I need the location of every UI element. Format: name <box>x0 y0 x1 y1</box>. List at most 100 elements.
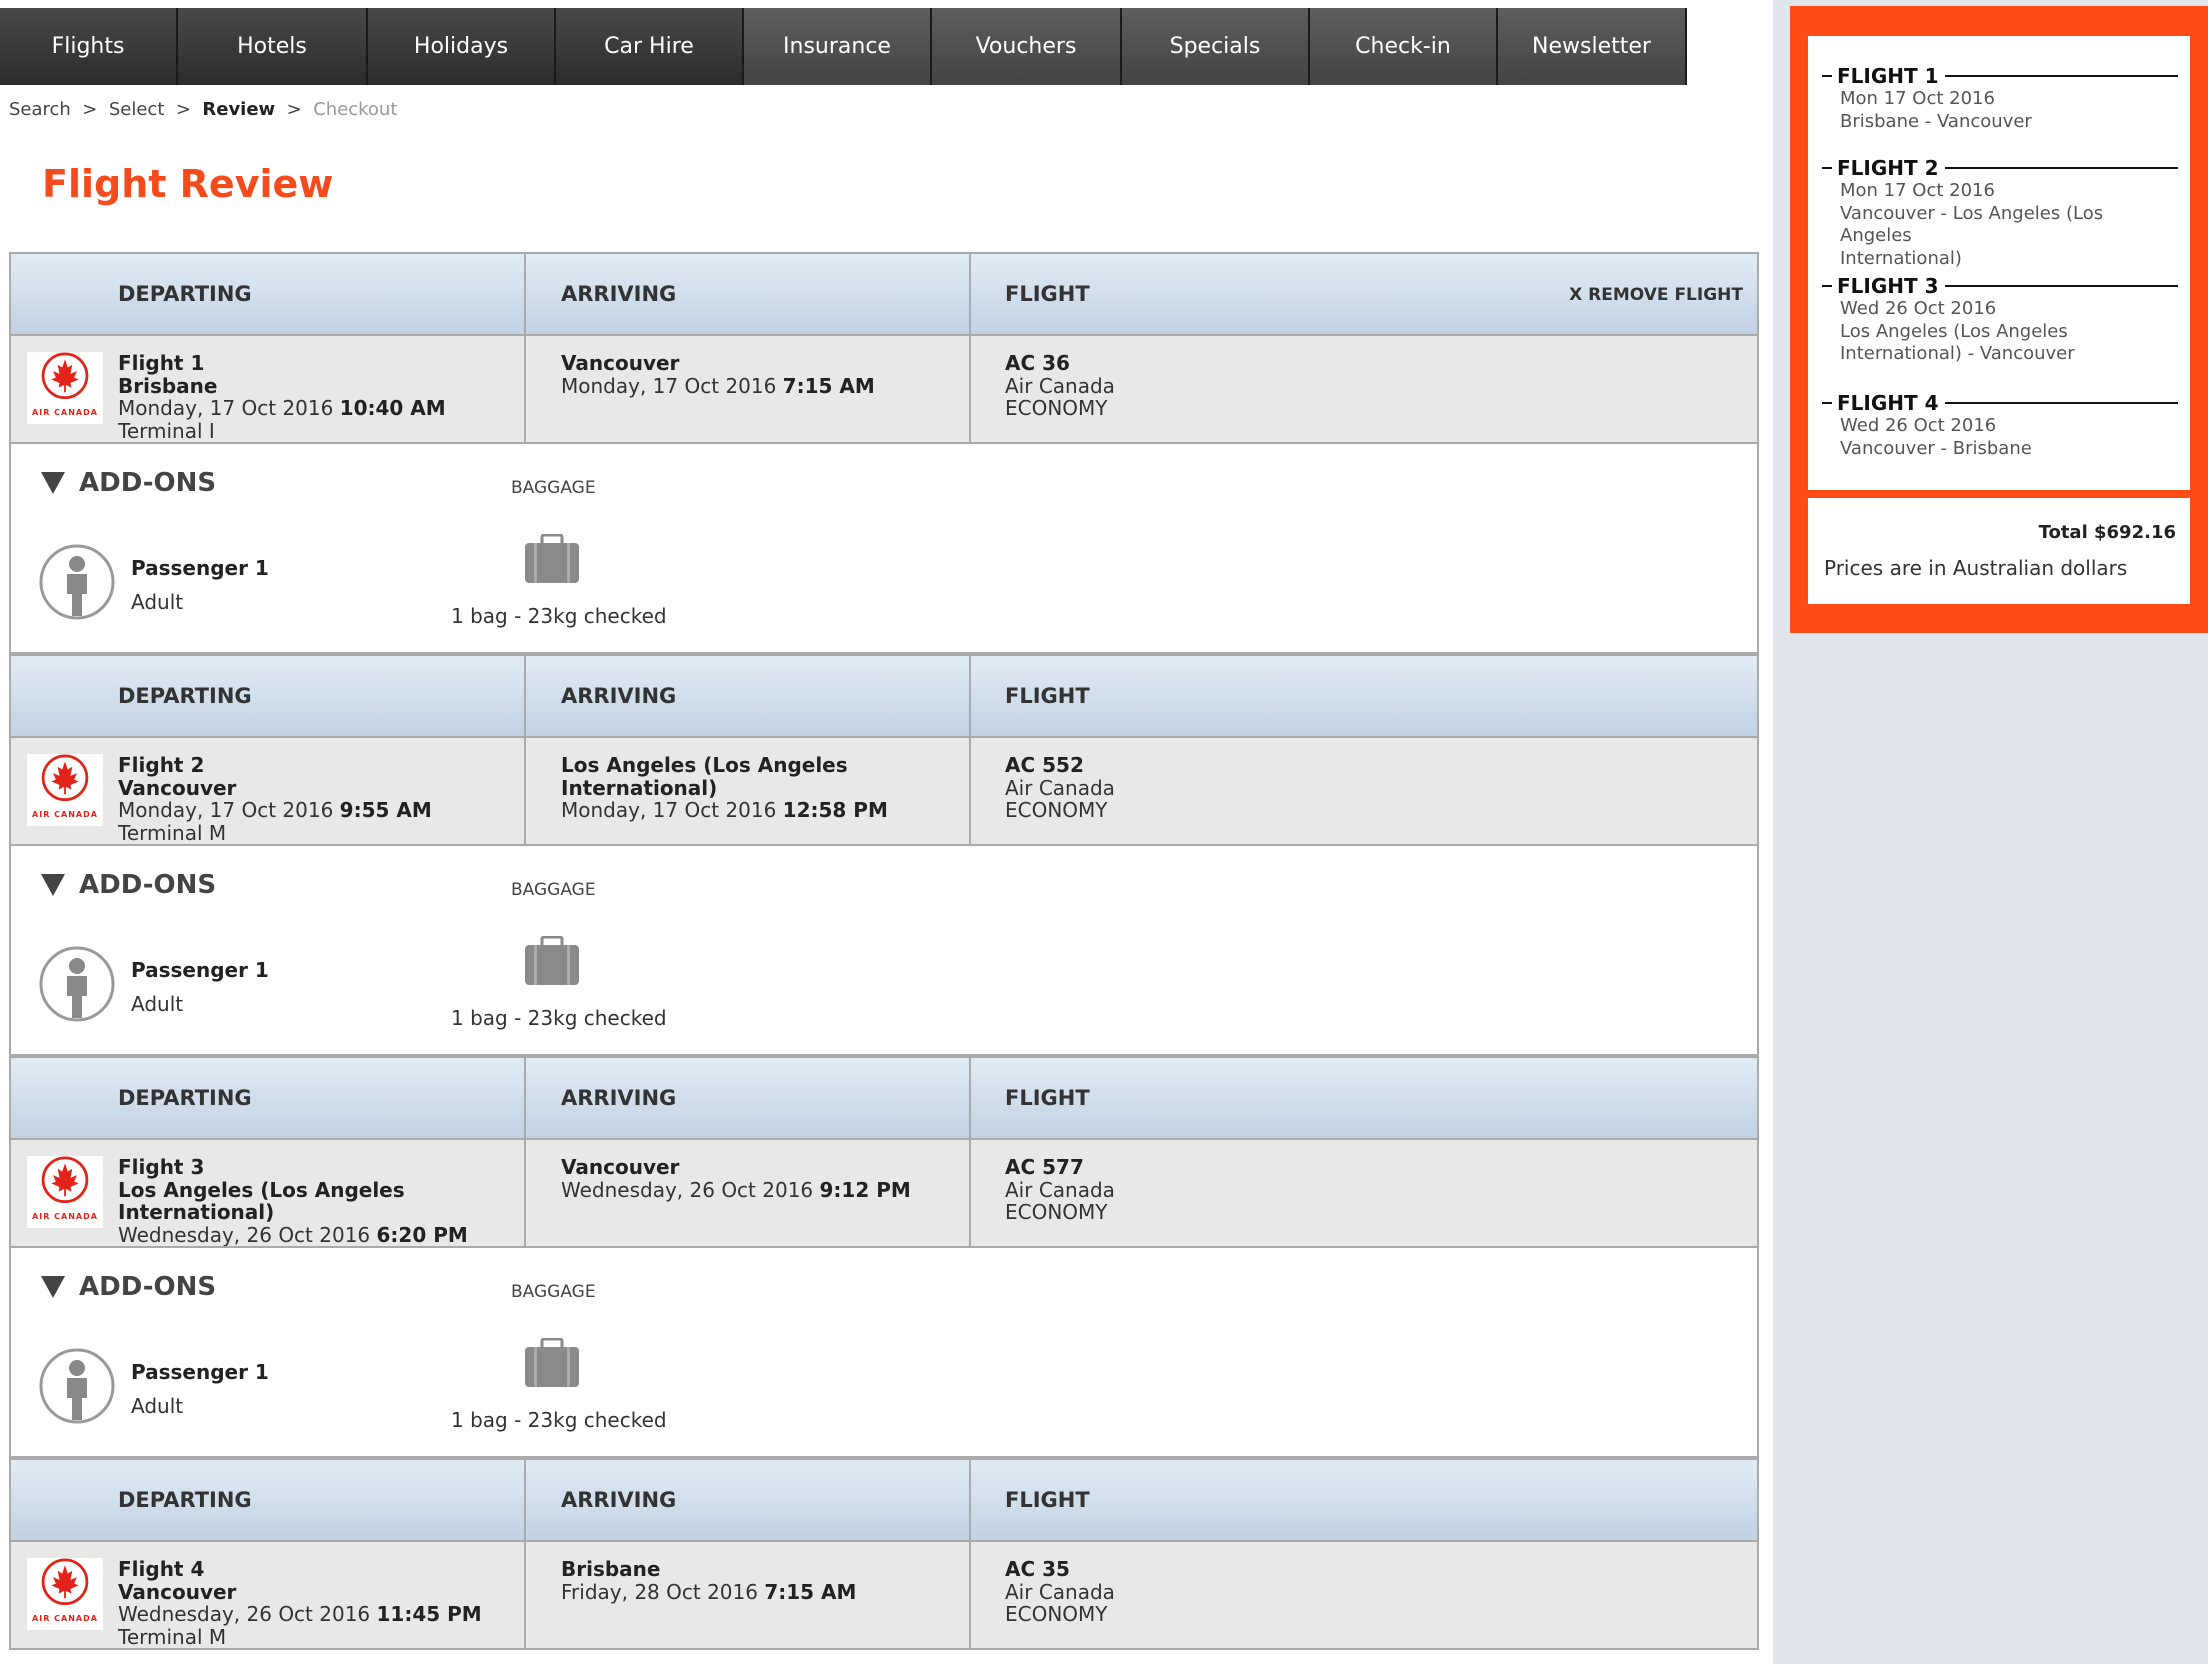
crumb-sep: > <box>286 99 302 120</box>
crumb-select[interactable]: Select <box>109 99 165 120</box>
person-icon <box>39 544 115 620</box>
departing-header: DEPARTING <box>11 1460 526 1540</box>
arrival-cell: Brisbane Friday, 28 Oct 2016 7:15 AM <box>526 1542 971 1648</box>
summary-flight-line: Los Angeles (Los Angeles <box>1840 320 2068 342</box>
summary-flight-line: Mon 17 Oct 2016 <box>1840 180 1995 201</box>
flight-block: DEPARTING ARRIVING FLIGHT AIR CANADA Fli… <box>9 654 1759 1056</box>
flight-header: DEPARTING ARRIVING FLIGHT X REMOVE FLIGH… <box>11 254 1757 336</box>
arrival-datetime: Wednesday, 26 Oct 2016 9:12 PM <box>561 1178 969 1202</box>
nav-tab-hotels[interactable]: Hotels <box>178 8 368 85</box>
baggage-allowance[interactable]: 1 bag - 23kg checked <box>451 604 667 628</box>
baggage-allowance[interactable]: 1 bag - 23kg checked <box>451 1006 667 1030</box>
flight-header-label: FLIGHT <box>1005 684 1090 708</box>
summary-flight-line: Wed 26 Oct 2016 <box>1840 415 1997 436</box>
passenger-type: Adult <box>131 1394 184 1418</box>
dash <box>1822 402 1832 404</box>
nav-tab-specials[interactable]: Specials <box>1122 8 1310 85</box>
baggage-label: BAGGAGE <box>511 478 596 498</box>
summary-flight-heading: FLIGHT 3 <box>1822 274 2178 298</box>
crumb-sep <box>302 99 313 120</box>
passenger-name: Passenger 1 <box>131 1360 269 1384</box>
departure-time: 10:40 AM <box>339 396 446 420</box>
suitcase-icon <box>525 936 579 985</box>
passenger-name: Passenger 1 <box>131 958 269 982</box>
addons-label: ADD-ONS <box>79 870 217 900</box>
departure-date: Monday, 17 Oct 2016 <box>118 798 334 822</box>
summary-flight: FLIGHT 1 Mon 17 Oct 2016 Brisbane - Vancou… <box>1822 64 2178 133</box>
nav-tab-newsletter[interactable]: Newsletter <box>1498 8 1687 85</box>
arrival-time: 12:58 PM <box>782 798 888 822</box>
departure-city: Vancouver <box>118 775 237 800</box>
remove-flight-button[interactable]: X REMOVE FLIGHT <box>1569 254 1743 336</box>
flight-number-title: Flight 3 <box>118 1155 205 1179</box>
baggage-label: BAGGAGE <box>511 1282 596 1302</box>
airline-name: Air Canada <box>1005 775 1115 800</box>
summary-flight-line: Vancouver - Los Angeles (Los Angeles <box>1840 202 2104 247</box>
departing-header: DEPARTING <box>11 1058 526 1138</box>
nav-tab-insurance[interactable]: Insurance <box>744 8 932 85</box>
summary-flight-line: International) - Vancouver <box>1840 343 2075 364</box>
cabin-class: ECONOMY <box>1005 1200 1108 1224</box>
airline-logo: AIR CANADA <box>27 352 103 424</box>
divider <box>1944 75 2178 77</box>
arrival-city: Vancouver <box>561 1155 680 1179</box>
arrival-time: 7:15 AM <box>782 373 875 398</box>
divider <box>1944 167 2178 169</box>
person-icon <box>39 1348 115 1424</box>
departure-terminal: Terminal M <box>118 820 227 845</box>
arrival-cell: Los Angeles (Los Angeles International) … <box>526 738 971 844</box>
maple-leaf-icon <box>41 1558 89 1606</box>
airline-logo: AIR CANADA <box>27 1558 103 1630</box>
nav-tab-flights[interactable]: Flights <box>0 8 178 85</box>
divider <box>1944 402 2178 404</box>
arriving-header: ARRIVING <box>526 656 971 736</box>
flight-code: AC 577 <box>1005 1155 1084 1179</box>
booking-summary-panel: FLIGHT 1 Mon 17 Oct 2016 Brisbane - Vancou… <box>1790 6 2208 633</box>
suitcase-icon <box>525 1338 579 1387</box>
airline-logo-text: AIR CANADA <box>32 1211 98 1221</box>
passenger-type: Adult <box>131 590 184 614</box>
nav-tab-check-in[interactable]: Check-in <box>1310 8 1498 85</box>
arrival-time: 7:15 AM <box>764 1579 857 1604</box>
flight-code: AC 552 <box>1005 753 1084 777</box>
departure-datetime: Monday, 17 Oct 2016 10:40 AM <box>118 397 524 420</box>
flight-header: DEPARTING ARRIVING FLIGHT <box>11 1460 1757 1542</box>
summary-flight-heading: FLIGHT 1 <box>1822 64 2178 88</box>
crumb-sep <box>164 99 175 120</box>
arrival-date: Monday, 17 Oct 2016 <box>561 373 777 398</box>
crumb-search[interactable]: Search <box>9 99 71 120</box>
departure-terminal: Terminal I <box>118 418 215 443</box>
airline-name: Air Canada <box>1005 1579 1115 1604</box>
addons-toggle[interactable]: ADD-ONS <box>41 468 216 498</box>
summary-flight-heading: FLIGHT 4 <box>1822 391 2178 415</box>
arrival-city: Los Angeles (Los Angeles International) <box>561 753 848 800</box>
addons-toggle[interactable]: ADD-ONS <box>41 870 216 900</box>
breadcrumb: Search > Select > Review > Checkout <box>9 99 397 120</box>
nav-tab-vouchers[interactable]: Vouchers <box>932 8 1122 85</box>
nav-tab-car-hire[interactable]: Car Hire <box>556 8 744 85</box>
arriving-header: ARRIVING <box>526 1058 971 1138</box>
flight-details-row: AIR CANADA Flight 4 Vancouver Wednesday,… <box>11 1542 1757 1650</box>
flight-number-title: Flight 4 <box>118 1557 205 1581</box>
summary-flight-label: FLIGHT 2 <box>1837 156 1939 180</box>
summary-flight-line: Brisbane - Vancouver <box>1840 110 2032 132</box>
departure-time: 9:55 AM <box>339 798 432 822</box>
arrival-date: Monday, 17 Oct 2016 <box>561 798 777 822</box>
summary-flight-heading: FLIGHT 2 <box>1822 156 2178 180</box>
triangle-down-icon <box>41 472 65 494</box>
arriving-header: ARRIVING <box>526 1460 971 1540</box>
addons-toggle[interactable]: ADD-ONS <box>41 1272 216 1302</box>
baggage-allowance[interactable]: 1 bag - 23kg checked <box>451 1408 667 1432</box>
nav-tab-holidays[interactable]: Holidays <box>368 8 556 85</box>
main-content: Flights Hotels Holidays Car Hire Insurance Vo… <box>0 0 1773 1664</box>
addons-section: ADD-ONS BAGGAGE Passenger 1 Adult 1 bag … <box>11 444 1757 654</box>
crumb-sep <box>71 99 82 120</box>
summary-flight: FLIGHT 3 Wed 26 Oct 2016 Los Angeles (Los … <box>1822 274 2178 366</box>
passenger-type: Adult <box>131 992 184 1016</box>
departing-header: DEPARTING <box>11 656 526 736</box>
passenger-name: Passenger 1 <box>131 556 269 580</box>
summary-flight-line: International) <box>1840 247 1962 269</box>
crumb-sep <box>191 99 202 120</box>
summary-flight-label: FLIGHT 3 <box>1837 274 1939 298</box>
crumb-sep <box>97 99 108 120</box>
